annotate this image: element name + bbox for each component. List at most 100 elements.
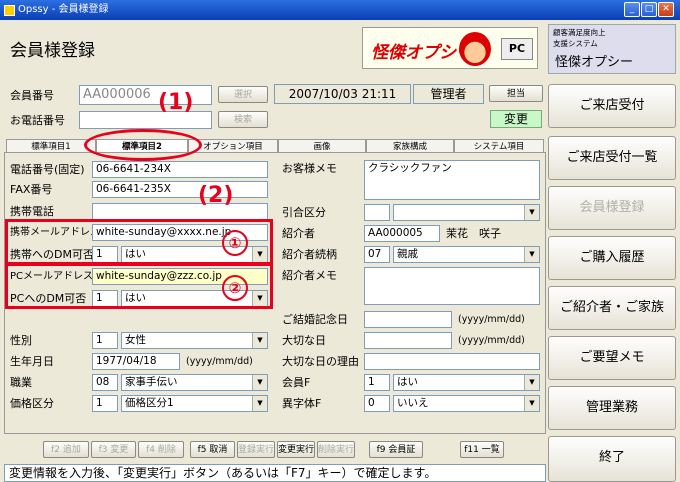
introducer-name: 茉花 咲子 — [446, 227, 501, 240]
charge-button[interactable]: 担当 — [489, 85, 543, 102]
minimize-button[interactable]: _ — [624, 2, 640, 17]
annotation-tab-ellipse — [84, 129, 202, 161]
datetime-display: 2007/10/03 21:11 — [274, 84, 411, 104]
wedding-hint: (yyyy/mm/dd) — [458, 314, 525, 325]
system-info-panel: 顧客満足度向上 支援システム 怪傑オプシー — [548, 24, 676, 74]
fkey-delete-button[interactable]: f4 削除 — [138, 441, 184, 458]
fkey-change-button[interactable]: f3 変更 — [91, 441, 136, 458]
change-mode-badge: 変更 — [490, 110, 542, 128]
foreign-select[interactable]: いいえ ▼ — [393, 395, 540, 412]
change-exec-button[interactable]: 変更実行 — [277, 441, 315, 458]
important-reason-field[interactable] — [364, 353, 540, 370]
delete-exec-button[interactable]: 削除実行 — [317, 441, 355, 458]
mobile-label: 携帯電話 — [10, 205, 54, 218]
fax-label: FAX番号 — [10, 183, 53, 196]
price-code[interactable]: 1 — [92, 395, 118, 412]
member-f-code[interactable]: 1 — [364, 374, 390, 391]
member-no-label: 会員番号 — [10, 89, 54, 102]
list-button[interactable]: f11 一覧 — [460, 441, 504, 458]
sidebar-management[interactable]: 管理業務 — [548, 386, 676, 430]
introducer-no-field[interactable]: AA000005 — [364, 225, 440, 242]
transfer-label: 引合区分 — [282, 206, 326, 219]
memo-field[interactable]: クラシックファン — [364, 160, 540, 200]
member-card-button[interactable]: f9 会員証 — [369, 441, 423, 458]
select-button[interactable]: 選択 — [218, 86, 268, 103]
birth-label: 生年月日 — [10, 355, 54, 368]
tab-family[interactable]: 家族構成 — [366, 139, 454, 153]
important-reason-label: 大切な日の理由 — [282, 355, 359, 368]
chevron-down-icon[interactable]: ▼ — [524, 375, 539, 390]
annotation-1: (1) — [158, 90, 194, 115]
gender-label: 性別 — [10, 334, 32, 347]
register-exec-button[interactable]: 登録実行 — [237, 441, 275, 458]
important-field[interactable] — [364, 332, 452, 349]
logo: 怪傑オプシー PC — [362, 27, 538, 69]
sidebar-visit-list[interactable]: ご来店受付一覧 — [548, 136, 676, 180]
important-hint: (yyyy/mm/dd) — [458, 335, 525, 346]
foreign-label: 異字体F — [282, 397, 322, 410]
wedding-field[interactable] — [364, 311, 452, 328]
fkey-cancel-button[interactable]: f5 取消 — [190, 441, 235, 458]
logo-hero-icon — [459, 32, 491, 66]
introducer-memo-label: 紹介者メモ — [282, 269, 337, 282]
introducer-label: 紹介者 — [282, 227, 315, 240]
member-f-select[interactable]: はい ▼ — [393, 374, 540, 391]
close-button[interactable]: ✕ — [658, 2, 674, 17]
title-bar: Opssy - 会員様登録 _ □ ✕ — [0, 0, 680, 20]
tab-images[interactable]: 画像 — [278, 139, 366, 153]
system-name: 怪傑オプシー — [555, 55, 634, 70]
annotation-circle-2: ② — [222, 275, 248, 301]
chevron-down-icon[interactable]: ▼ — [252, 375, 267, 390]
relation-select[interactable]: 親戚 ▼ — [393, 246, 540, 263]
gender-value: 女性 — [125, 334, 146, 346]
sidebar-exit[interactable]: 終了 — [548, 436, 676, 482]
sidebar-introducer-family[interactable]: ご紹介者・ご家族 — [548, 286, 676, 330]
sidebar-purchase-history[interactable]: ご購入履歴 — [548, 236, 676, 280]
role-display: 管理者 — [413, 84, 484, 104]
tab-system[interactable]: システム項目 — [454, 139, 544, 153]
app-icon — [4, 5, 15, 16]
chevron-down-icon[interactable]: ▼ — [524, 247, 539, 262]
chevron-down-icon[interactable]: ▼ — [524, 396, 539, 411]
job-select[interactable]: 家事手伝い ▼ — [121, 374, 268, 391]
maximize-button[interactable]: □ — [641, 2, 657, 17]
mobile-field[interactable] — [92, 203, 268, 220]
job-code[interactable]: 08 — [92, 374, 118, 391]
transfer-code[interactable] — [364, 204, 390, 221]
birth-hint: (yyyy/mm/dd) — [186, 356, 253, 367]
relation-code[interactable]: 07 — [364, 246, 390, 263]
sidebar-request-memo[interactable]: ご要望メモ — [548, 336, 676, 380]
wedding-label: ご結婚記念日 — [282, 313, 348, 326]
chevron-down-icon[interactable]: ▼ — [252, 333, 267, 348]
foreign-code[interactable]: 0 — [364, 395, 390, 412]
chevron-down-icon[interactable]: ▼ — [524, 205, 539, 220]
chevron-down-icon[interactable]: ▼ — [252, 396, 267, 411]
phone-label: お電話番号 — [10, 114, 65, 127]
pc-badge: PC — [501, 38, 533, 60]
tel-field[interactable]: 06-6641-234X — [92, 161, 268, 178]
member-f-label: 会員F — [282, 376, 311, 389]
gender-code[interactable]: 1 — [92, 332, 118, 349]
transfer-select[interactable]: ▼ — [393, 204, 540, 221]
price-value: 価格区分1 — [125, 397, 174, 409]
price-label: 価格区分 — [10, 397, 54, 410]
price-select[interactable]: 価格区分1 ▼ — [121, 395, 268, 412]
status-message: 変更情報を入力後、「変更実行」ボタン（あるいは「F7」キー）で確定します。 — [4, 464, 546, 482]
page-title: 会員様登録 — [10, 41, 95, 61]
window-title: Opssy - 会員様登録 — [18, 4, 109, 15]
fax-field[interactable]: 06-6641-235X — [92, 181, 268, 198]
important-label: 大切な日 — [282, 334, 326, 347]
foreign-value: いいえ — [397, 397, 429, 409]
introducer-memo-field[interactable] — [364, 267, 540, 305]
memo-label: お客様メモ — [282, 162, 337, 175]
gender-select[interactable]: 女性 ▼ — [121, 332, 268, 349]
fkey-add-button[interactable]: f2 追加 — [43, 441, 89, 458]
sidebar-visit-reception[interactable]: ご来店受付 — [548, 84, 676, 128]
system-subtitle-2: 支援システム — [553, 39, 598, 48]
tel-label: 電話番号(固定) — [10, 163, 85, 176]
sidebar-member-registration[interactable]: 会員様登録 — [548, 186, 676, 230]
search-button[interactable]: 検索 — [218, 111, 268, 128]
birth-field[interactable]: 1977/04/18 — [92, 353, 180, 370]
member-f-value: はい — [397, 376, 418, 388]
tab-standard-1[interactable]: 標準項目1 — [6, 139, 96, 153]
